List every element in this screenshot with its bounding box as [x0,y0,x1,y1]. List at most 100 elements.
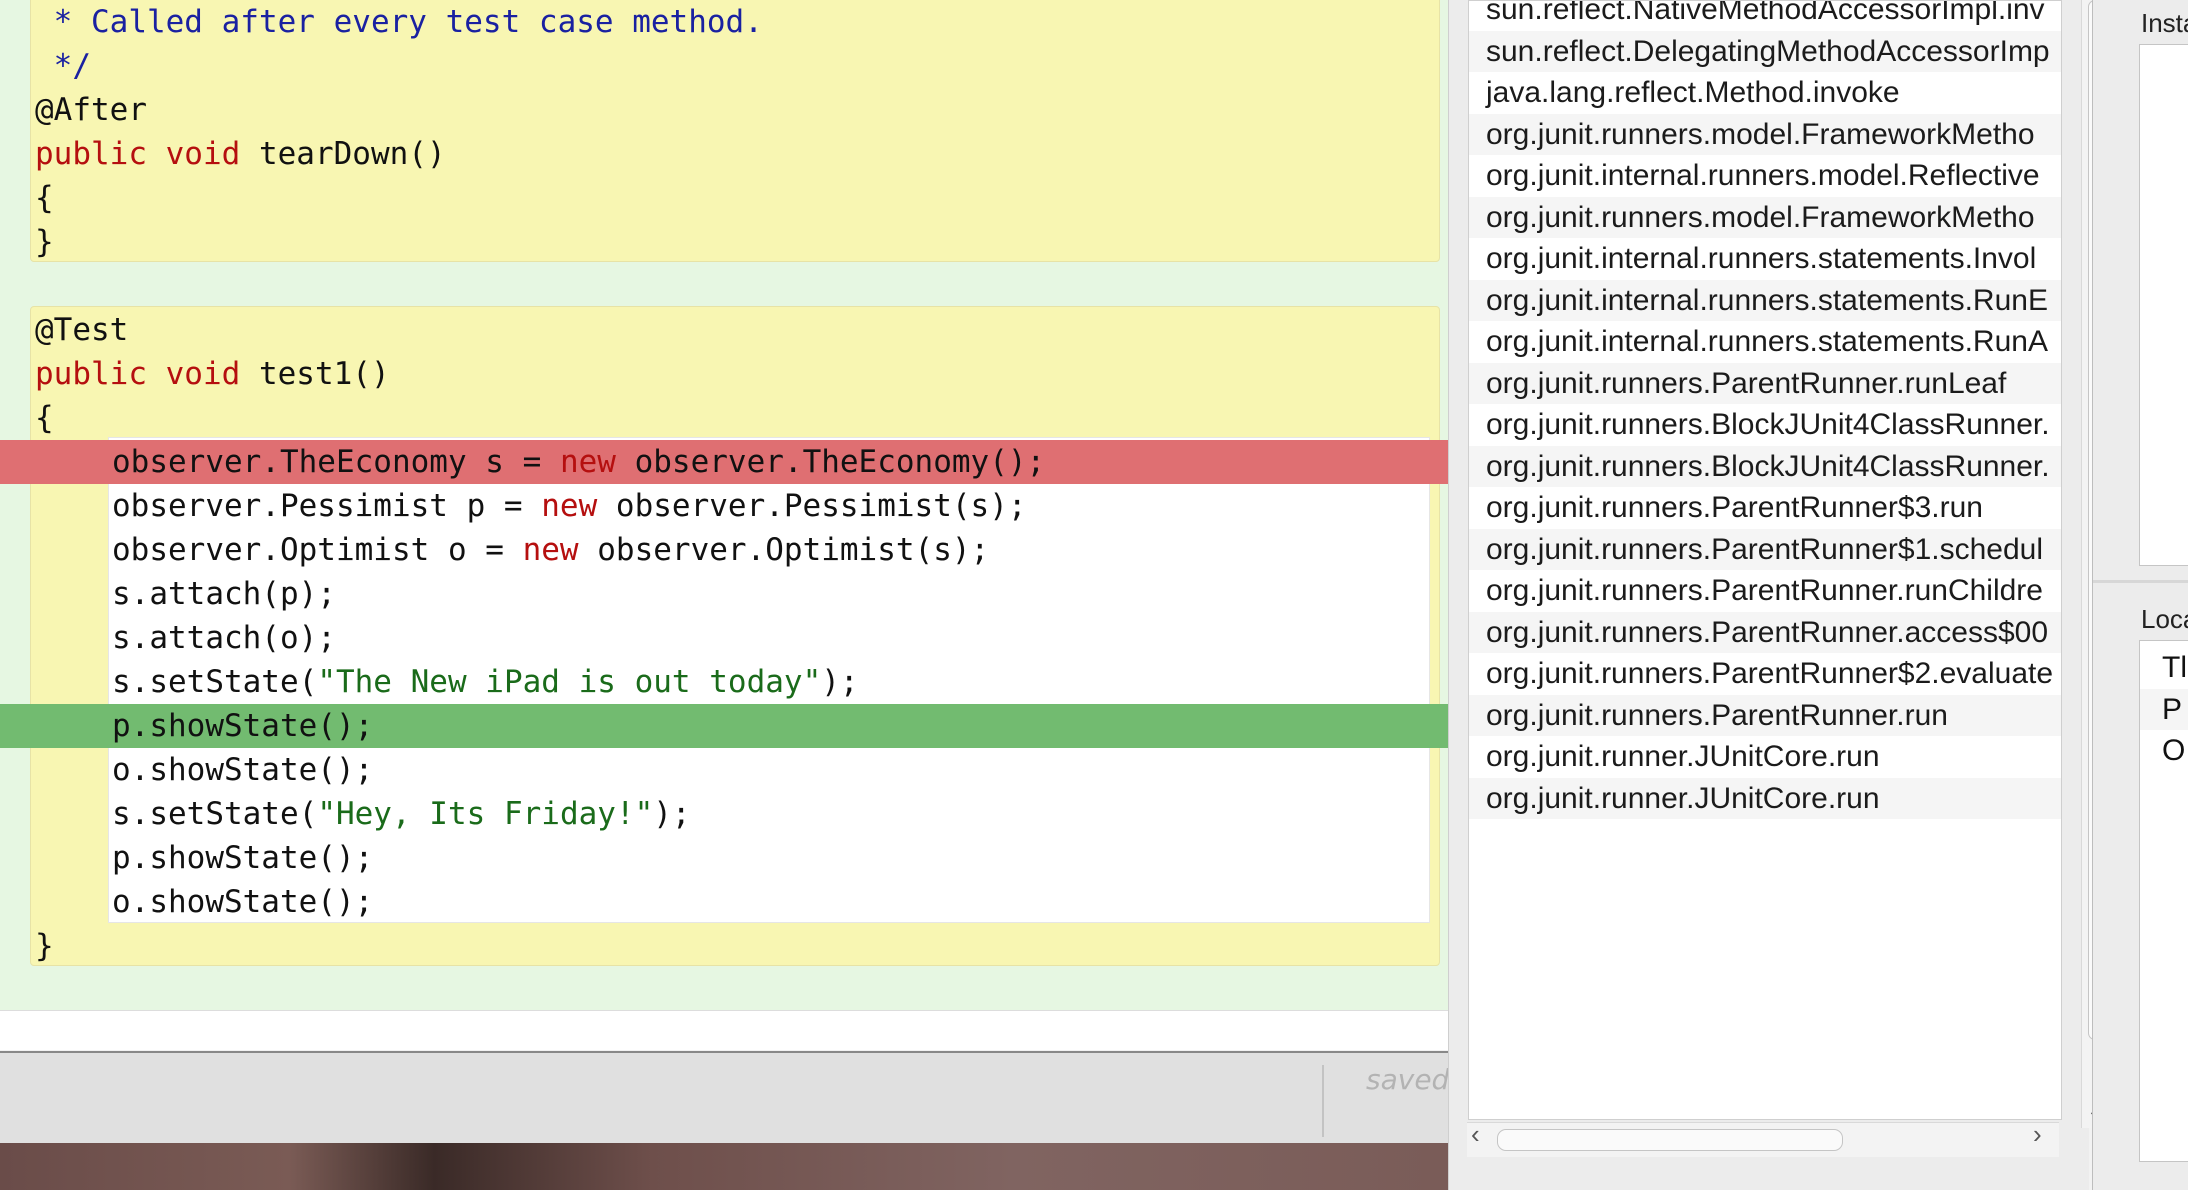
stack-frame-row[interactable]: org.junit.runners.ParentRunner$1.schedul [1469,528,2061,570]
code-line[interactable]: */ [0,44,1448,88]
desktop-background [0,1143,1448,1190]
code-line-text: o.showState(); [0,752,373,788]
code-line[interactable]: @Test [0,308,1448,352]
code-comment: */ [35,48,91,84]
stack-frame-row[interactable]: sun.reflect.NativeMethodAccessorImpl.inv [1469,1,2061,31]
code-keyword: public void [35,356,259,392]
chevron-right-icon[interactable]: › [2033,1119,2042,1150]
local-variables-list[interactable]: Tl P O [2139,640,2188,1162]
chevron-left-icon[interactable]: ‹ [1471,1119,1480,1150]
code-line[interactable] [0,264,1448,308]
stack-frame-row[interactable]: org.junit.runners.ParentRunner.run [1469,694,2061,736]
local-variable-row[interactable]: P [2140,688,2188,730]
current-exception-line[interactable]: observer.TheEconomy s = new observer.The… [0,440,1448,484]
stack-frame-row[interactable]: org.junit.runners.ParentRunner.runLeaf [1469,362,2061,404]
stack-frame-row[interactable]: org.junit.internal.runners.statements.Ru… [1469,279,2061,321]
code-line-text: @Test [0,312,128,348]
code-token: { [35,400,54,436]
stack-frame-row[interactable]: org.junit.runners.ParentRunner$3.run [1469,487,2061,529]
code-token: tearDown() [258,136,446,172]
stack-frame-row[interactable]: org.junit.runners.ParentRunner.access$00 [1469,611,2061,653]
code-token: test1() [258,356,390,392]
code-line[interactable]: * Called after every test case method. [0,0,1448,44]
code-token: o.showState(); [112,884,374,920]
stack-frame-row[interactable]: org.junit.runners.BlockJUnit4ClassRunner… [1469,445,2061,487]
code-line[interactable]: public void test1() [0,352,1448,396]
stack-frame-row[interactable]: org.junit.internal.runners.statements.Ru… [1469,321,2061,363]
code-token: s.attach(o); [112,620,336,656]
code-line[interactable]: o.showState(); [0,748,1448,792]
editor-footer [0,1010,1448,1050]
code-line-text: observer.TheEconomy s = new observer.The… [0,444,1045,480]
variables-panel: Insta Loca TlPO [2092,0,2188,1190]
code-line[interactable]: s.attach(o); [0,616,1448,660]
code-line[interactable]: } [0,220,1448,264]
code-line-text: s.attach(o); [0,620,336,656]
code-line[interactable]: s.attach(p); [0,572,1448,616]
code-token: s.attach(p); [112,576,336,612]
code-token: p.showState(); [112,840,374,876]
code-token: } [35,224,54,260]
code-token: observer.TheEconomy s = [112,444,560,480]
local-variables-heading: Loca [2141,604,2188,634]
code-line-text: } [0,224,54,260]
code-token: ); [821,664,859,700]
stack-frame-row[interactable]: org.junit.runners.ParentRunner.runChildr… [1469,570,2061,612]
code-token: observer.TheEconomy(); [634,444,1046,480]
code-token: observer.Pessimist p = [112,488,542,524]
stack-frame-row[interactable]: org.junit.internal.runners.model.Reflect… [1469,155,2061,197]
code-line[interactable]: o.showState(); [0,880,1448,924]
saved-status-label: saved [1366,1063,1450,1096]
code-line-text: p.showState(); [0,708,373,744]
stack-frame-row[interactable]: org.junit.runners.BlockJUnit4ClassRunner… [1469,404,2061,446]
stack-frame-row[interactable]: org.junit.internal.runners.statements.In… [1469,238,2061,280]
code-line[interactable]: @After [0,88,1448,132]
code-line[interactable]: p.showState(); [0,836,1448,880]
code-token: p.showState(); [112,708,374,744]
code-token: s.setState( [112,664,318,700]
stack-frame-row[interactable]: sun.reflect.DelegatingMethodAccessorImp [1469,30,2061,72]
code-token: ); [653,796,691,832]
horizontal-scrollbar[interactable]: ‹ › [1467,1119,2059,1157]
code-line-text: p.showState(); [0,840,373,876]
code-line-text: s.setState("Hey, Its Friday!"); [0,796,691,832]
code-line[interactable]: public void tearDown() [0,132,1448,176]
stack-frame-row[interactable]: org.junit.runner.JUnitCore.run [1469,777,2061,819]
code-string: "Hey, Its Friday!" [317,796,654,832]
code-editor[interactable]: * Called after every test case method. *… [0,0,1448,1050]
local-variable-row[interactable]: Tl [2140,647,2188,689]
code-token: { [35,180,54,216]
code-line-text: o.showState(); [0,884,373,920]
code-line[interactable]: { [0,396,1448,440]
stack-frame-row[interactable]: org.junit.runner.JUnitCore.run [1469,736,2061,778]
code-line-text: observer.Optimist o = new observer.Optim… [0,532,989,568]
code-line[interactable]: observer.Pessimist p = new observer.Pess… [0,484,1448,528]
code-string: "The New iPad is out today" [317,664,822,700]
code-line[interactable]: } [0,924,1448,968]
instance-variables-heading: Insta [2141,8,2188,38]
panel-divider[interactable] [2093,580,2188,583]
stack-frame-row[interactable]: org.junit.runners.model.FrameworkMetho [1469,196,2061,238]
code-keyword: new [541,488,616,524]
stack-frame-row[interactable]: java.lang.reflect.Method.invoke [1469,72,2061,114]
status-bar: saved [0,1051,1450,1145]
code-keyword: public void [35,136,259,172]
instance-variables-list[interactable] [2139,44,2188,566]
code-line[interactable]: s.setState("The New iPad is out today"); [0,660,1448,704]
code-line[interactable]: observer.Optimist o = new observer.Optim… [0,528,1448,572]
horizontal-scroll-thumb[interactable] [1497,1129,1843,1151]
code-line-text: s.setState("The New iPad is out today"); [0,664,859,700]
code-line-text: observer.Pessimist p = new observer.Pess… [0,488,1027,524]
code-line-text: @After [0,92,147,128]
code-line[interactable]: s.setState("Hey, Its Friday!"); [0,792,1448,836]
code-line[interactable]: { [0,176,1448,220]
stack-frame-list[interactable]: sun.reflect.NativeMethodAccessorImpl.inv… [1468,0,2188,1128]
stack-frame-list-body: sun.reflect.NativeMethodAccessorImpl.inv… [1468,0,2062,1120]
code-token: s.setState( [112,796,318,832]
local-variable-row[interactable]: O [2140,730,2188,772]
stack-frame-row[interactable]: org.junit.runners.ParentRunner$2.evaluat… [1469,653,2061,695]
current-execution-line[interactable]: p.showState(); [0,704,1448,748]
stack-trace-panel: sun.reflect.NativeMethodAccessorImpl.inv… [1448,0,2110,1190]
stack-frame-row[interactable]: org.junit.runners.model.FrameworkMetho [1469,113,2061,155]
